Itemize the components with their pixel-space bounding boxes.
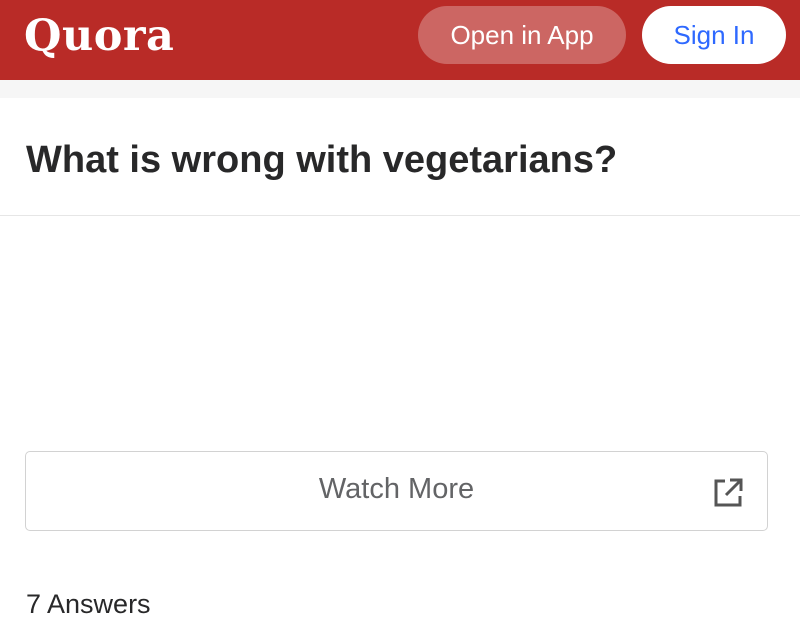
- watch-more-label: Watch More: [318, 473, 475, 505]
- quora-logo[interactable]: Quora: [24, 8, 174, 64]
- external-link-icon: [714, 478, 743, 507]
- header-shadow-strip: [0, 80, 800, 98]
- sign-in-button[interactable]: Sign In: [642, 6, 786, 64]
- question-title: What is wrong with vegetarians?: [26, 139, 618, 181]
- top-header: Quora Open in App Sign In: [0, 0, 800, 80]
- open-in-app-button[interactable]: Open in App: [418, 6, 626, 64]
- divider: [0, 215, 800, 216]
- watch-more-button[interactable]: Watch More: [25, 451, 768, 531]
- answers-count: 7 Answers: [26, 589, 151, 619]
